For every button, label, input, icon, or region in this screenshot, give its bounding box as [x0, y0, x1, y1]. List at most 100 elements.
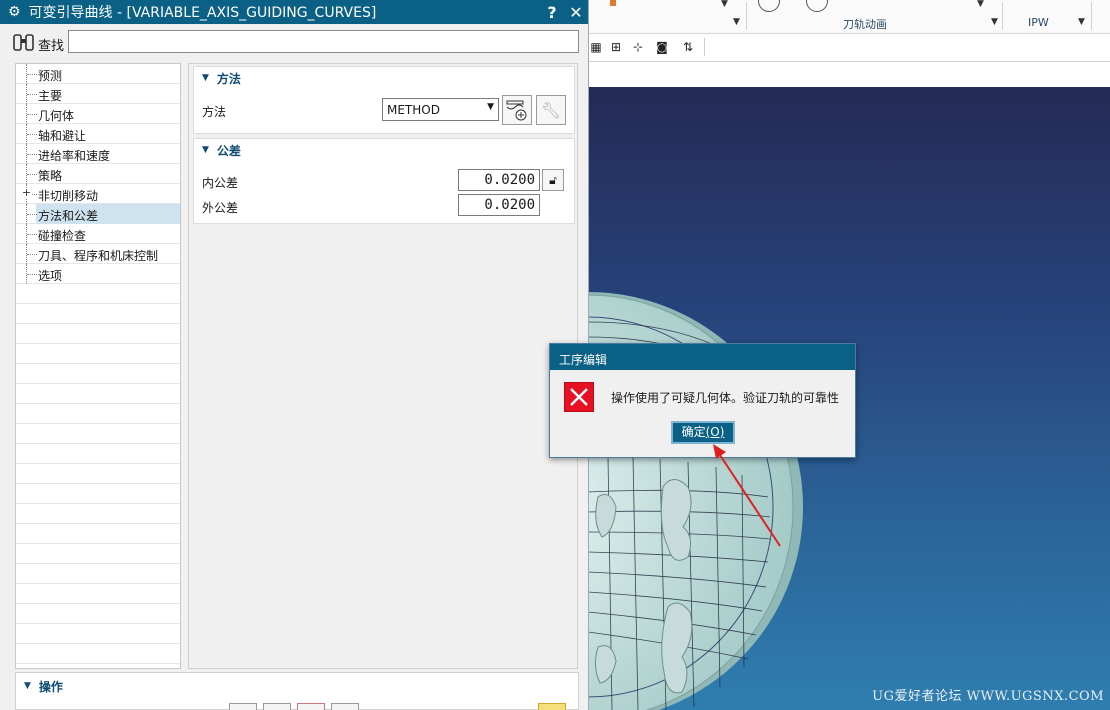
edit-method-button[interactable]: 🔧︎	[536, 95, 566, 125]
method-group-header[interactable]: ▼ 方法	[194, 67, 574, 89]
move-icon[interactable]: ⊹	[630, 39, 646, 55]
close-button[interactable]: ✕	[564, 3, 588, 22]
unlock-icon[interactable]: 🔓︎	[542, 169, 564, 191]
method-select-value: METHOD	[387, 103, 440, 117]
find-label: 查找	[38, 39, 65, 54]
outer-tolerance-label: 外公差	[202, 201, 239, 215]
create-method-button[interactable]	[502, 95, 532, 125]
list-icon[interactable]	[331, 703, 359, 710]
operations-group-header[interactable]: ▼ 操作	[16, 675, 63, 697]
expand-plus-icon[interactable]: +	[21, 187, 32, 199]
nav-tree-item[interactable]: 几何体	[16, 104, 180, 124]
watermark: UG爱好者论坛 WWW.UGSNX.COM	[872, 689, 1104, 704]
verify-icon[interactable]	[263, 703, 291, 710]
nav-tree-item[interactable]: 策略	[16, 164, 180, 184]
content-pane: ▼ 方法 方法 METHOD ▼ 🔧︎ ▼ 公差 内公差 0.0200 🔓︎ 外…	[188, 63, 578, 669]
nav-tree-item-label: 轴和避让	[38, 129, 87, 143]
nav-tree-item[interactable]: 轴和避让	[16, 124, 180, 144]
nav-tree-item-label: 方法和公差	[38, 209, 99, 223]
ribbon-icon-orange[interactable]	[610, 0, 616, 6]
ribbon-separator	[1002, 2, 1003, 30]
collapse-triangle-icon: ▼	[202, 73, 209, 83]
playback-icon[interactable]	[758, 0, 780, 12]
help-button[interactable]: ?	[540, 3, 564, 22]
toolbar-separator	[704, 38, 705, 56]
tree-connector	[26, 124, 38, 144]
nav-tree-item-label: 进给率和速度	[38, 149, 111, 163]
outer-tolerance-field[interactable]: 0.0200	[458, 194, 540, 216]
chevron-down-icon[interactable]: ▼	[1078, 17, 1085, 27]
collapse-triangle-icon: ▼	[202, 145, 209, 155]
playback-icon[interactable]	[806, 0, 828, 12]
collapse-triangle-icon: ▼	[24, 681, 31, 691]
ipw-label: IPW	[1028, 16, 1049, 29]
tolerance-group-header[interactable]: ▼ 公差	[194, 139, 574, 161]
nav-tree-item-label: 刀具、程序和机床控制	[38, 249, 159, 263]
tree-connector	[26, 204, 38, 224]
view-toolbar: ▦ ⊞ ⊹ ◙ ⇅	[588, 34, 1110, 62]
nav-tree-item-label: 预测	[38, 69, 63, 83]
tree-connector	[26, 264, 38, 284]
tree-connector	[26, 84, 38, 104]
nav-tree-item-label: 策略	[38, 169, 63, 183]
error-message: 操作使用了可疑几何体。验证刀轨的可靠性	[611, 391, 840, 405]
generate-icon[interactable]	[229, 703, 257, 710]
nav-tree-item[interactable]: 刀具、程序和机床控制	[16, 244, 180, 264]
error-dialog-title: 工序编辑	[550, 344, 855, 370]
error-x-icon	[564, 382, 594, 412]
nav-tree-item[interactable]: 预测	[16, 64, 180, 84]
method-group-title: 方法	[216, 71, 241, 86]
zoom-icon[interactable]: ◙	[654, 39, 670, 55]
wrench-icon: 🔧︎	[540, 100, 562, 120]
tree-connector	[26, 104, 38, 124]
binoculars-icon	[12, 32, 36, 54]
method-group: ▼ 方法 方法 METHOD ▼ 🔧︎	[193, 66, 575, 134]
method-label: 方法	[202, 105, 227, 119]
gear-icon: ⚙	[8, 4, 21, 20]
find-input[interactable]	[68, 30, 579, 53]
method-select[interactable]: METHOD ▼	[382, 98, 499, 121]
ribbon-group-label: 刀轨动画	[843, 18, 887, 31]
grid-icon[interactable]: ⊞	[608, 39, 624, 55]
nav-tree-item-label: 主要	[38, 89, 63, 103]
tree-connector	[26, 244, 38, 264]
inner-tolerance-field[interactable]: 0.0200	[458, 169, 540, 191]
sort-icon[interactable]: ⇅	[680, 39, 696, 55]
dialog-titlebar: ⚙ 可变引导曲线 - [VARIABLE_AXIS_GUIDING_CURVES…	[0, 0, 588, 24]
nav-tree-item[interactable]: + 非切削移动	[16, 184, 180, 204]
navigation-tree: 预测主要几何体轴和避让进给率和速度 策略 + 非切削移动方法和公差碰撞检查刀具、程序和…	[15, 63, 181, 669]
chevron-down-icon[interactable]: ▼	[721, 0, 728, 9]
dialog-title: 可变引导曲线 - [VARIABLE_AXIS_GUIDING_CURVES]	[28, 5, 377, 21]
find-bar: 查找	[0, 26, 589, 60]
nav-tree-item-label: 几何体	[38, 109, 75, 123]
nav-tree-item-label: 选项	[38, 269, 63, 283]
nav-tree-item[interactable]: 碰撞检查	[16, 224, 180, 244]
tolerance-group-title: 公差	[216, 143, 241, 158]
display-icon[interactable]	[538, 703, 566, 710]
nav-tree-item-label: 非切削移动	[38, 189, 99, 203]
chevron-down-icon[interactable]: ▼	[991, 17, 998, 27]
inner-tolerance-label: 内公差	[202, 176, 239, 190]
tree-connector	[26, 64, 38, 84]
view-icon[interactable]: ▦	[588, 39, 604, 55]
tree-connector	[26, 144, 38, 164]
operation-dialog: ⚙ 可变引导曲线 - [VARIABLE_AXIS_GUIDING_CURVES…	[0, 0, 589, 710]
nav-tree-item[interactable]: 进给率和速度	[16, 144, 180, 164]
ribbon-separator	[1091, 2, 1092, 30]
chevron-down-icon[interactable]: ▼	[733, 17, 740, 27]
toolbar-spacer	[588, 62, 1110, 87]
operations-group-title: 操作	[38, 679, 63, 694]
ribbon-separator	[746, 2, 747, 30]
nav-tree-item[interactable]: 主要	[16, 84, 180, 104]
chevron-down-icon[interactable]: ▼	[977, 0, 984, 9]
replay-icon[interactable]	[297, 703, 325, 710]
nav-tree-item-label: 碰撞检查	[38, 229, 87, 243]
nav-tree-item[interactable]: 方法和公差	[16, 204, 180, 224]
operations-group: ▼ 操作	[15, 672, 579, 710]
annotation-arrow	[713, 444, 781, 547]
chevron-down-icon: ▼	[487, 102, 494, 112]
nav-tree-item[interactable]: 选项	[16, 264, 180, 284]
create-method-icon	[506, 100, 527, 121]
tree-connector	[26, 224, 38, 244]
ribbon-toolbar: ▼ ▼ ▼ 刀轨动画 ▼ IPW ▼	[588, 0, 1110, 34]
